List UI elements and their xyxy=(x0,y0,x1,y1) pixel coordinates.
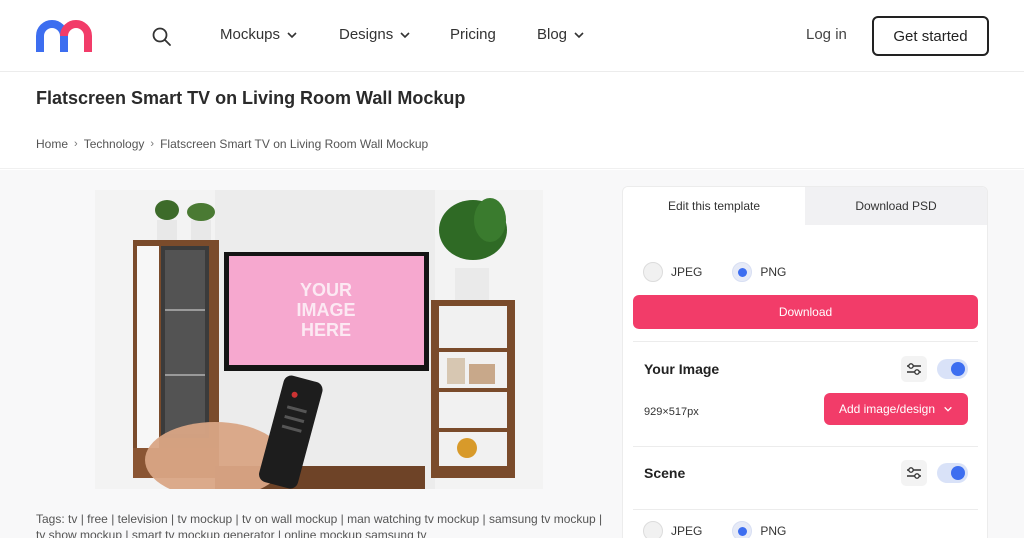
nav-mockups[interactable]: Mockups xyxy=(220,26,298,43)
jpeg-label: JPEG xyxy=(671,265,703,279)
nav-designs[interactable]: Designs xyxy=(339,26,411,43)
your-image-settings-button[interactable] xyxy=(901,356,927,382)
chevron-down-icon xyxy=(287,31,297,38)
your-image-title: Your Image xyxy=(644,361,720,377)
scene-toggle[interactable] xyxy=(937,463,968,483)
your-image-toggle[interactable] xyxy=(937,359,968,379)
screen-text-line-2: IMAGE xyxy=(296,300,355,320)
screen-text-line-1: YOUR xyxy=(300,280,352,300)
panel-tabs: Edit this template Download PSD xyxy=(623,187,987,225)
scene-jpeg-label: JPEG xyxy=(671,524,703,538)
scene-settings-button[interactable] xyxy=(901,460,927,486)
tags-label: Tags: xyxy=(36,512,65,526)
search-icon[interactable] xyxy=(150,25,174,49)
tag-link[interactable]: online mockup samsung tv xyxy=(284,528,426,538)
tab-download-psd[interactable]: Download PSD xyxy=(805,187,987,225)
screen-text-line-3: HERE xyxy=(301,320,351,340)
tag-link[interactable]: television xyxy=(118,512,168,526)
scene-png-radio[interactable] xyxy=(732,521,753,538)
chevron-down-icon xyxy=(400,31,410,38)
nav-mockups-label: Mockups xyxy=(220,26,281,43)
tag-link[interactable]: tv xyxy=(68,512,77,526)
breadcrumb: Home › Technology › Flatscreen Smart TV … xyxy=(36,137,428,151)
tag-link[interactable]: tv show mockup xyxy=(36,528,122,538)
chevron-right-icon: › xyxy=(150,138,155,150)
template-editor-panel: Edit this template Download PSD JPEG PNG… xyxy=(622,186,988,538)
scene-title: Scene xyxy=(644,465,686,481)
page-title: Flatscreen Smart TV on Living Room Wall … xyxy=(36,88,466,108)
format-selector: JPEG PNG xyxy=(643,262,808,282)
chevron-right-icon: › xyxy=(74,138,78,150)
divider xyxy=(633,509,978,510)
scene-format-selector: JPEG PNG xyxy=(643,521,808,538)
get-started-button[interactable]: Get started xyxy=(872,16,989,56)
divider xyxy=(633,341,978,342)
divider xyxy=(633,446,978,447)
tag-link[interactable]: smart tv mockup generator xyxy=(132,528,275,538)
add-image-label: Add image/design xyxy=(838,402,936,416)
breadcrumb-home[interactable]: Home xyxy=(36,137,68,151)
tab-edit-template[interactable]: Edit this template xyxy=(623,187,805,225)
sliders-icon xyxy=(907,467,921,479)
scene-png-label: PNG xyxy=(760,524,787,538)
living-room-scene: YOUR IMAGE HERE xyxy=(95,190,543,489)
tags-list: Tags: tv | free | television | tv mockup… xyxy=(36,511,606,538)
site-header: Mockups Designs Pricing Blog Log in Get … xyxy=(0,0,1024,72)
tag-link[interactable]: free xyxy=(87,512,108,526)
image-dimensions: 929×517px xyxy=(644,406,699,418)
download-button[interactable]: Download xyxy=(633,295,978,329)
chevron-down-icon xyxy=(574,31,584,38)
nav-blog[interactable]: Blog xyxy=(537,26,585,43)
chevron-down-icon xyxy=(944,406,952,412)
tag-link[interactable]: tv mockup xyxy=(177,512,232,526)
jpeg-radio[interactable] xyxy=(643,262,663,282)
nav-designs-label: Designs xyxy=(339,26,394,43)
scene-jpeg-radio[interactable] xyxy=(643,521,663,538)
tag-link[interactable]: samsung tv mockup xyxy=(489,512,596,526)
logo-icon[interactable] xyxy=(36,20,96,54)
add-image-button[interactable]: Add image/design xyxy=(824,393,968,425)
nav-blog-label: Blog xyxy=(537,26,568,43)
sliders-icon xyxy=(907,363,921,375)
nav-pricing[interactable]: Pricing xyxy=(450,26,496,43)
breadcrumb-technology[interactable]: Technology xyxy=(84,137,145,151)
tag-link[interactable]: man watching tv mockup xyxy=(347,512,479,526)
tag-link[interactable]: tv on wall mockup xyxy=(242,512,337,526)
mockup-preview-image[interactable]: YOUR IMAGE HERE xyxy=(95,190,543,489)
login-link[interactable]: Log in xyxy=(806,26,847,43)
png-radio[interactable] xyxy=(732,262,753,282)
png-label: PNG xyxy=(760,265,787,279)
breadcrumb-current: Flatscreen Smart TV on Living Room Wall … xyxy=(160,137,429,151)
nav-pricing-label: Pricing xyxy=(450,26,496,43)
